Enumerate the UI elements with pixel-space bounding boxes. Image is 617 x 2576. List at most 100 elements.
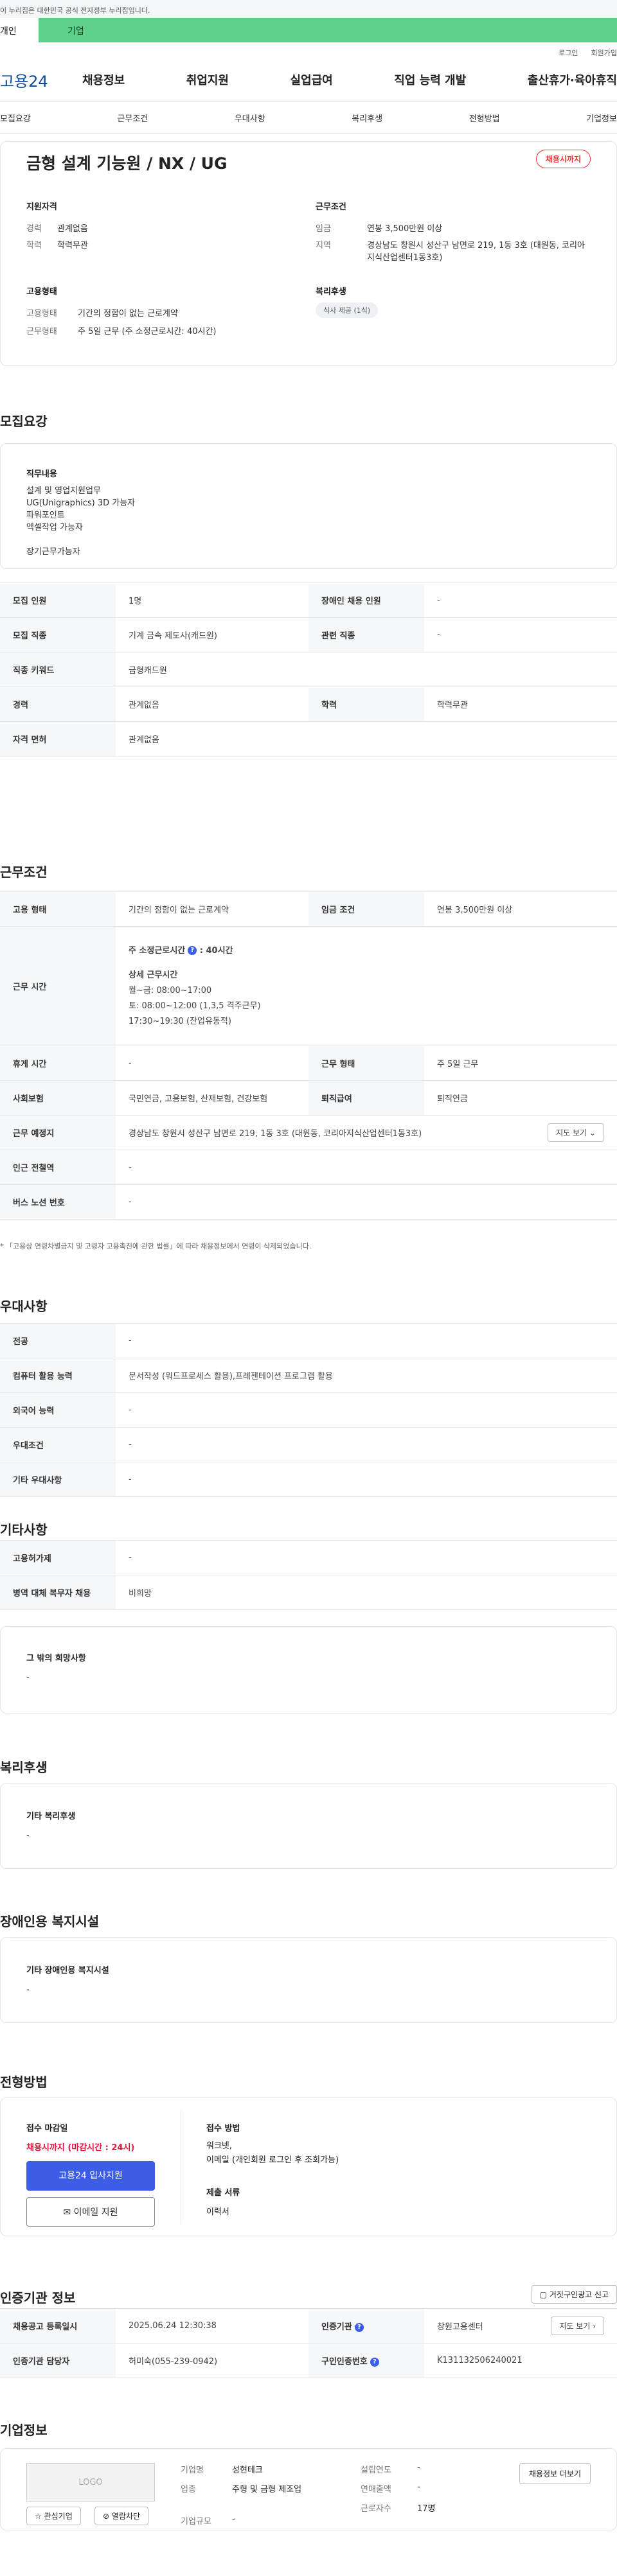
prefer-table: 전공 - 컴퓨터 활용 능력 문서작성 (워드프로세스 활용),프레젠테이션 프로그…: [0, 1323, 617, 1497]
cert-org-cell: 창원고용센터 지도 보기 ›: [424, 2308, 617, 2344]
table-row: 인증기관 담당자 허미숙(055-239-0942) 구인인증번호? K13113…: [0, 2343, 617, 2378]
favorite-company-button[interactable]: ☆ 관심기업: [26, 2507, 81, 2525]
table-row: 모집 직종 기계 금속 제도사(캐드원) 관련 직종 -: [0, 617, 617, 653]
weekly-hours: 주 소정근로시간? : 40시간: [129, 945, 233, 956]
tab-company[interactable]: 기업: [39, 18, 84, 42]
work-hours-cell: 주 소정근로시간? : 40시간 상세 근무시간 월~금: 08:00~17:0…: [116, 926, 617, 1046]
gnb-item-leave[interactable]: 출산휴가·육아휴직: [528, 71, 617, 88]
apply-button[interactable]: 고용24 입사지원: [26, 2161, 155, 2191]
emp-heading: 고용형태: [26, 287, 57, 297]
company-size-label: 기업규모: [181, 2517, 211, 2527]
document-icon: ▢: [539, 2290, 548, 2299]
company-title: 기업정보: [0, 2423, 48, 2438]
gnb-item-jobs[interactable]: 채용정보: [82, 71, 125, 88]
table-row: 휴게 시간 - 근무 형태 주 5일 근무: [0, 1046, 617, 1081]
anchor-selection[interactable]: 전형방법: [469, 112, 500, 124]
work-title: 근무조건: [0, 864, 48, 880]
table-row: 경력 관계없음 학력 학력무관: [0, 687, 617, 722]
work-table: 고용 형태 기간의 정함이 없는 근로계약 임금 조건 연봉 3,500만원 이상 …: [0, 891, 617, 1220]
login-link[interactable]: 로그인: [559, 48, 578, 58]
age-notice: * 「고용상 연령차별금지 및 고령자 고용촉진에 관한 법률」에 따라 채용정…: [0, 1242, 312, 1250]
table-row: 사회보험 국민연금, 고용보험, 산재보험, 건강보험 퇴직급여 퇴직연금: [0, 1080, 617, 1116]
company-logo-placeholder: LOGO: [26, 2463, 155, 2502]
cert-org-header: 인증기관?: [308, 2308, 424, 2344]
email-apply-button[interactable]: ✉ 이메일 지원: [26, 2197, 155, 2227]
chevron-right-icon: ›: [593, 2322, 596, 2331]
docs-heading: 제출 서류: [206, 2188, 240, 2198]
employees-value: 17명: [417, 2504, 436, 2514]
welfare-pill: 식사 제공 (1식): [316, 302, 379, 318]
industry-value: 주형 및 금형 제조업: [232, 2485, 302, 2494]
recruit-title: 모집요강: [0, 414, 48, 429]
prefer-section: 우대사항 전공 - 컴퓨터 활용 능력 문서작성 (워드프로세스 활용),프레젠테이…: [0, 1259, 617, 1497]
cert-title: 인증기관 정보: [0, 2290, 76, 2306]
disabled-section: 장애인용 복지시설 기타 장애인용 복지시설 -: [0, 1875, 617, 2029]
work-place-cell: 경상남도 창원시 성산구 남면로 219, 1동 3호 (대원동, 코리아지식산…: [116, 1115, 617, 1150]
site-logo[interactable]: 고용24: [0, 69, 82, 91]
recruit-section: 모집요강 직무내용 설계 및 영업지원업무 UG(Unigraphics) 3D…: [0, 366, 617, 809]
cert-map-button[interactable]: 지도 보기 ›: [551, 2317, 604, 2335]
job-summary-card: 금형 설계 기능원 / NX / UG 채용시까지 지원자격 경력 관계없음 학력…: [0, 141, 617, 366]
method-heading: 접수 방법: [206, 2124, 240, 2134]
info-icon[interactable]: ?: [188, 946, 197, 955]
block-icon: ⊘: [103, 2512, 110, 2521]
selection-section: 전형방법 접수 마감일 채용시까지 (마감시간 : 24시) 고용24 입사지원…: [0, 2029, 617, 2241]
founded-label: 설립연도: [361, 2466, 391, 2475]
anchor-welfare[interactable]: 복리후생: [352, 112, 382, 124]
industry-label: 업종: [181, 2485, 196, 2494]
founded-value: -: [417, 2463, 420, 2473]
cond-heading: 근무조건: [316, 202, 346, 212]
sales-value: -: [417, 2482, 420, 2492]
global-nav: 고용24 채용정보 취업지원 실업급여 직업 능력 개발 출산휴가·육아휴직: [0, 58, 617, 101]
table-row: 직종 키워드 금형캐드원: [0, 652, 617, 687]
selection-box: 접수 마감일 채용시까지 (마감시간 : 24시) 고용24 입사지원 ✉ 이메…: [0, 2098, 617, 2236]
employees-label: 근로자수: [361, 2504, 391, 2514]
prefer-title: 우대사항: [0, 1299, 48, 1314]
map-view-button[interactable]: 지도 보기 ⌄: [548, 1123, 604, 1142]
anchor-prefer[interactable]: 우대사항: [235, 112, 265, 124]
table-row: 고용허가제 -: [0, 1540, 617, 1575]
gnb-item-employment-support[interactable]: 취업지원: [186, 71, 229, 88]
disabled-box: 기타 장애인용 복지시설 -: [0, 1937, 617, 2023]
company-size-value: -: [232, 2514, 235, 2524]
anchor-recruit[interactable]: 모집요강: [0, 112, 31, 124]
welfare-box: 기타 복리후생 -: [0, 1783, 617, 1869]
info-icon[interactable]: ?: [354, 2322, 364, 2332]
job-title: 금형 설계 기능원 / NX / UG: [26, 154, 228, 173]
info-icon[interactable]: ?: [370, 2357, 379, 2367]
table-row: 인근 전철역 -: [0, 1150, 617, 1185]
work-section: 근무조건 고용 형태 기간의 정함이 없는 근로계약 임금 조건 연봉 3,500만…: [0, 809, 617, 1259]
gnb-item-training[interactable]: 직업 능력 개발: [394, 71, 466, 88]
block-view-button[interactable]: ⊘ 열람차단: [94, 2507, 149, 2525]
status-badge: 채용시까지: [535, 150, 591, 168]
welfare-section: 복리후생 기타 복리후생 -: [0, 1721, 617, 1875]
report-ad-button[interactable]: ▢ 거짓구인광고 신고: [531, 2285, 617, 2304]
cert-num-header: 구인인증번호?: [308, 2343, 424, 2378]
more-jobs-button[interactable]: 채용정보 더보기: [519, 2463, 591, 2484]
global-menu: 채용정보 취업지원 실업급여 직업 능력 개발 출산휴가·육아휴직: [82, 71, 617, 88]
deadline-value: 채용시까지 (마감시간 : 24시): [26, 2143, 135, 2153]
tab-personal[interactable]: 개인: [0, 18, 39, 42]
cond-wage: 임금 연봉 3,500만원 이상: [316, 224, 443, 234]
etc-title: 기타사항: [0, 1522, 48, 1538]
recruit-table: 모집 인원 1명 장애인 채용 인원 - 모집 직종 기계 금속 제도사(캐드원) 관…: [0, 583, 617, 757]
table-row: 전공 -: [0, 1323, 617, 1358]
signup-link[interactable]: 회원가입: [591, 48, 617, 58]
gnb-item-unemployment[interactable]: 실업급여: [291, 71, 333, 88]
gov-banner: 이 누리집은 대한민국 공식 전자정부 누리집입니다.: [0, 0, 617, 18]
docs-value: 이력서: [206, 2207, 229, 2217]
anchor-work[interactable]: 근무조건: [117, 112, 148, 124]
emp-form: 근무형태 주 5일 근무 (주 소정근로시간: 40시간): [26, 327, 217, 337]
table-row: 외국어 능력 -: [0, 1392, 617, 1428]
welfare-heading: 복리후생: [316, 287, 346, 297]
company-name: 성현테크: [232, 2466, 263, 2475]
chevron-down-icon: ⌄: [589, 1128, 596, 1137]
hours-detail-title: 상세 근무시간: [129, 970, 178, 980]
disabled-box-heading: 기타 장애인용 복지시설: [26, 1966, 109, 1976]
emp-type: 고용형태 기간의 정함이 없는 근로계약: [26, 309, 178, 319]
qual-career: 경력 관계없음: [26, 224, 88, 234]
anchor-company[interactable]: 기업정보: [586, 112, 617, 124]
selection-title: 전형방법: [0, 2074, 48, 2090]
duty-heading: 직무내용: [26, 469, 57, 479]
user-type-tabs: 개인 기업: [0, 18, 617, 42]
